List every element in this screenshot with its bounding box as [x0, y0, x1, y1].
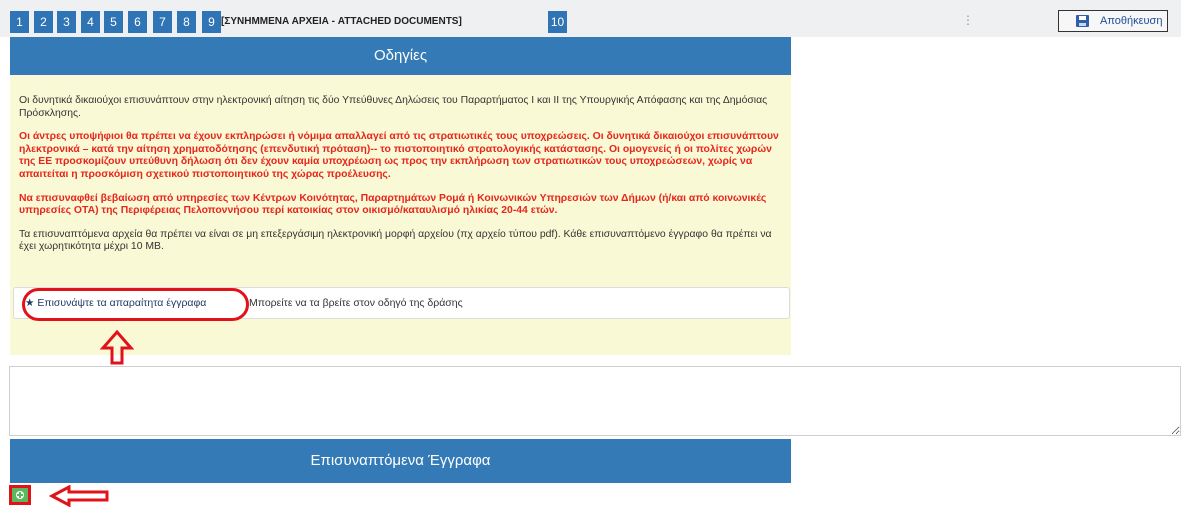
step-tab-7[interactable]: 7 [153, 11, 172, 33]
step-tab-9[interactable]: 9 [202, 11, 221, 33]
instructions-header: Οδηγίες [10, 37, 791, 75]
save-button-label: Αποθήκευση [1100, 15, 1163, 27]
save-button[interactable]: Αποθήκευση [1058, 10, 1168, 32]
attach-documents-hint: Μπορείτε να τα βρείτε στον οδηγό της δρά… [249, 297, 463, 309]
step-tab-2[interactable]: 2 [34, 11, 53, 33]
step-tab-4[interactable]: 4 [81, 11, 100, 33]
floppy-disk-icon [1076, 15, 1089, 27]
current-step-label: [ΣΥΝΗΜΜΕΝΑ ΑΡΧΕΙΑ - ATTACHED DOCUMENTS] [221, 16, 462, 27]
highlight-oval [22, 288, 249, 321]
comment-textarea[interactable] [9, 366, 1181, 436]
instructions-paragraph-1: Οι δυνητικά δικαιούχοι επισυνάπτουν στην… [19, 95, 768, 119]
step-tab-1[interactable]: 1 [10, 11, 29, 33]
step-tab-5[interactable]: 5 [104, 11, 123, 33]
instructions-paragraph-3: Να επισυναφθεί βεβαίωση από υπηρεσίες τω… [19, 192, 767, 217]
instructions-paragraph-4: Τα επισυναπτόμενα αρχεία θα πρέπει να εί… [19, 228, 772, 253]
top-toolbar: 1 2 3 4 5 6 7 8 9 [ΣΥΝΗΜΜΕΝΑ ΑΡΧΕΙΑ - AT… [0, 0, 1181, 37]
more-menu-icon[interactable]: ⋮ [962, 13, 974, 27]
step-tab-8[interactable]: 8 [177, 11, 196, 33]
plus-circle-icon [16, 491, 24, 499]
step-tab-3[interactable]: 3 [57, 11, 76, 33]
add-document-button[interactable] [12, 488, 28, 502]
arrow-up-icon [100, 329, 134, 365]
step-tab-10[interactable]: 10 [548, 11, 567, 33]
attached-documents-header: Επισυναπτόμενα Έγγραφα [10, 439, 791, 483]
instructions-paragraph-2: Οι άντρες υποψήφιοι θα πρέπει να έχουν ε… [19, 131, 779, 180]
arrow-left-icon [49, 485, 109, 507]
step-tab-6[interactable]: 6 [128, 11, 147, 33]
